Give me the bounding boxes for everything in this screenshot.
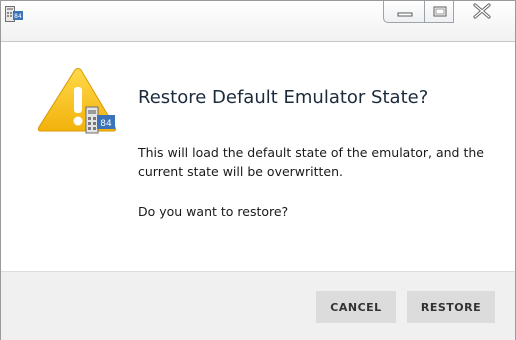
close-button[interactable] [453,1,511,23]
warning-icon: 84 [37,67,119,139]
app-icon-badge-text: 84 [14,13,22,20]
maximize-button[interactable] [424,1,454,23]
minimize-button[interactable] [383,1,425,23]
badge-number: 84 [100,119,112,129]
window-controls [383,1,515,25]
dialog-heading: Restore Default Emulator State? [138,87,429,108]
dialog-message: This will load the default state of the … [138,145,484,179]
cancel-button[interactable]: CANCEL [316,291,396,323]
title-bar[interactable]: 84 [1,1,515,42]
dialog-window: 84 84 Restore Default Emulator State? Th… [0,0,516,340]
dialog-question: Do you want to restore? [138,204,289,219]
restore-button[interactable]: RESTORE [407,291,495,323]
dialog-footer: CANCEL RESTORE [1,271,515,340]
emulator-app-icon: 84 [5,6,23,22]
minimize-icon [397,12,413,17]
close-icon [473,3,491,19]
maximize-icon [433,6,447,17]
